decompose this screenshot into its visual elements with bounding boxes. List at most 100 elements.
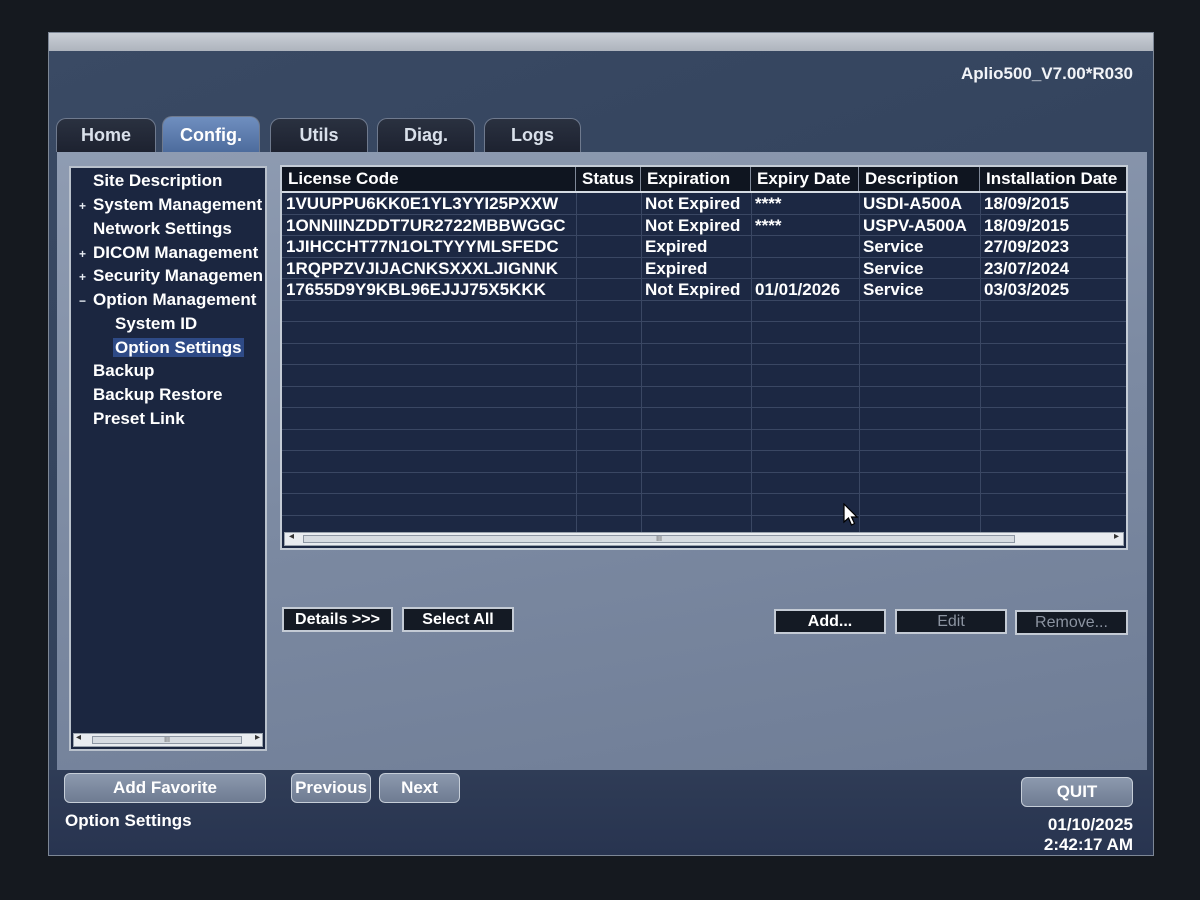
- current-page-label: Option Settings: [65, 811, 192, 830]
- table-row[interactable]: 1RQPPZVJIJACNKSXXXLJIGNNK Expired Service 2…: [282, 258, 1126, 279]
- cell-license-code: 1ONNIINZDDT7UR2722MBBWGGC: [286, 215, 566, 235]
- tree-item-label: Backup: [93, 361, 155, 380]
- scroll-left-arrow-icon[interactable]: ◂: [76, 732, 81, 743]
- table-row[interactable]: [282, 430, 1126, 451]
- cell-expiry-date: ****: [755, 194, 782, 213]
- tab-utils[interactable]: Utils: [270, 118, 368, 152]
- tab-home[interactable]: Home: [56, 118, 156, 152]
- cell-expiration: Expired: [645, 258, 708, 278]
- cell-installation-date: 03/03/2025: [984, 280, 1070, 299]
- table-row[interactable]: [282, 473, 1126, 494]
- table-row[interactable]: 17655D9Y9KBL96EJJJ75X5KKK Not Expired 01/0…: [282, 279, 1126, 301]
- settings-tree: Site Description + System Management Netw…: [69, 166, 267, 751]
- cell-license-code: 1JIHCCHT77N1OLTYYYMLSFEDC: [286, 237, 559, 256]
- license-table: License Code Status Expiration Expiry Da…: [280, 165, 1128, 550]
- next-button[interactable]: Next: [379, 773, 460, 803]
- edit-button[interactable]: Edit: [895, 609, 1007, 634]
- cell-status: [576, 193, 641, 214]
- cell-expiry-date: [751, 236, 859, 257]
- expand-plus-icon[interactable]: +: [79, 195, 93, 217]
- tree-item-label: Site Description: [93, 171, 223, 190]
- tab-logs[interactable]: Logs: [484, 118, 581, 152]
- cell-description: USPV-A500A: [863, 215, 967, 235]
- tree-item-label: System ID: [115, 314, 198, 333]
- table-row[interactable]: [282, 387, 1126, 408]
- column-status[interactable]: Status: [576, 167, 641, 191]
- expand-plus-icon[interactable]: +: [79, 243, 93, 265]
- tree-item-label: Network Settings: [93, 219, 232, 238]
- column-expiration[interactable]: Expiration: [641, 167, 751, 191]
- tab-diag[interactable]: Diag.: [377, 118, 475, 152]
- table-row[interactable]: [282, 322, 1126, 344]
- cell-description: USDI-A500A: [863, 194, 963, 213]
- scroll-right-arrow-icon[interactable]: ▸: [1114, 531, 1119, 542]
- table-row[interactable]: [282, 408, 1126, 430]
- add-button[interactable]: Add...: [774, 609, 886, 634]
- quit-button[interactable]: QUIT: [1021, 777, 1133, 807]
- tree-item-system-id[interactable]: System ID: [115, 313, 197, 335]
- column-expiry-date[interactable]: Expiry Date: [751, 167, 859, 191]
- tree-item-backup[interactable]: Backup: [79, 360, 154, 382]
- previous-button[interactable]: Previous: [291, 773, 371, 803]
- tree-item-label: Option Settings: [113, 338, 244, 357]
- select-all-button[interactable]: Select All: [402, 607, 514, 632]
- column-installation-date[interactable]: Installation Date: [980, 167, 1126, 191]
- cell-expiration: Not Expired: [645, 194, 741, 213]
- cell-installation-date: 18/09/2015: [984, 215, 1070, 235]
- tree-item-system-management[interactable]: + System Management: [79, 194, 262, 217]
- tree-item-security-management[interactable]: + Security Managemen: [79, 265, 263, 288]
- scroll-thumb[interactable]: III: [92, 736, 242, 744]
- table-row[interactable]: [282, 344, 1126, 365]
- tree-item-option-settings[interactable]: Option Settings: [113, 337, 244, 359]
- scroll-thumb[interactable]: III: [303, 535, 1015, 543]
- table-row[interactable]: [282, 451, 1126, 473]
- config-panel: Site Description + System Management Netw…: [57, 152, 1147, 770]
- cell-status: [576, 279, 641, 300]
- column-license-code[interactable]: License Code: [282, 167, 576, 191]
- tree-item-label: Option Management: [93, 290, 257, 309]
- ultrasound-screen: Aplio500_V7.00*R030 Home Config. Utils D…: [48, 32, 1154, 856]
- system-time: 2:42:17 AM: [1043, 835, 1133, 854]
- cell-license-code: 1VUUPPU6KK0E1YL3YYI25PXXW: [286, 194, 559, 213]
- cell-license-code: 1RQPPZVJIJACNKSXXXLJIGNNK: [286, 258, 559, 278]
- tab-config[interactable]: Config.: [162, 116, 260, 153]
- cell-expiration: Not Expired: [645, 280, 741, 299]
- tree-item-network-settings[interactable]: Network Settings: [79, 218, 232, 240]
- column-description[interactable]: Description: [859, 167, 980, 191]
- table-horizontal-scrollbar[interactable]: ◂ III ▸: [284, 531, 1124, 546]
- cell-expiry-date: 01/01/2026: [755, 280, 841, 299]
- table-row[interactable]: 1VUUPPU6KK0E1YL3YYI25PXXW Not Expired ****…: [282, 193, 1126, 215]
- cell-expiration: Not Expired: [645, 215, 741, 235]
- table-row[interactable]: [282, 365, 1126, 387]
- cell-description: Service: [863, 258, 924, 278]
- software-version: Aplio500_V7.00*R030: [961, 64, 1133, 83]
- tree-item-label: Preset Link: [93, 409, 185, 428]
- system-date: 01/10/2025: [1047, 815, 1133, 834]
- cell-installation-date: 23/07/2024: [984, 258, 1070, 278]
- cell-installation-date: 18/09/2015: [984, 194, 1070, 213]
- table-header: License Code Status Expiration Expiry Da…: [282, 167, 1126, 193]
- table-row[interactable]: 1ONNIINZDDT7UR2722MBBWGGC Not Expired ****…: [282, 215, 1126, 236]
- remove-button[interactable]: Remove...: [1015, 610, 1128, 635]
- table-row[interactable]: [282, 301, 1126, 322]
- tree-item-site-description[interactable]: Site Description: [79, 170, 222, 192]
- tree-item-preset-link[interactable]: Preset Link: [79, 408, 185, 430]
- add-favorite-button[interactable]: Add Favorite: [64, 773, 266, 803]
- cell-license-code: 17655D9Y9KBL96EJJJ75X5KKK: [286, 280, 546, 299]
- tree-item-dicom-management[interactable]: + DICOM Management: [79, 242, 258, 265]
- cell-status: [576, 258, 641, 279]
- collapse-minus-icon[interactable]: −: [79, 290, 93, 312]
- cell-status: [576, 215, 641, 236]
- tree-item-backup-restore[interactable]: Backup Restore: [79, 384, 222, 406]
- scroll-left-arrow-icon[interactable]: ◂: [289, 531, 294, 542]
- expand-plus-icon[interactable]: +: [79, 266, 93, 288]
- table-row[interactable]: 1JIHCCHT77N1OLTYYYMLSFEDC Expired Service 2…: [282, 236, 1126, 258]
- table-row[interactable]: [282, 494, 1126, 516]
- tree-horizontal-scrollbar[interactable]: ◂ III ▸: [73, 732, 263, 747]
- tree-item-label: Security Managemen: [93, 266, 264, 285]
- window-title-bar: [49, 33, 1153, 51]
- cell-expiration: Expired: [645, 237, 708, 256]
- details-button[interactable]: Details >>>: [282, 607, 393, 632]
- scroll-right-arrow-icon[interactable]: ▸: [255, 732, 260, 743]
- tree-item-option-management[interactable]: − Option Management: [79, 289, 256, 312]
